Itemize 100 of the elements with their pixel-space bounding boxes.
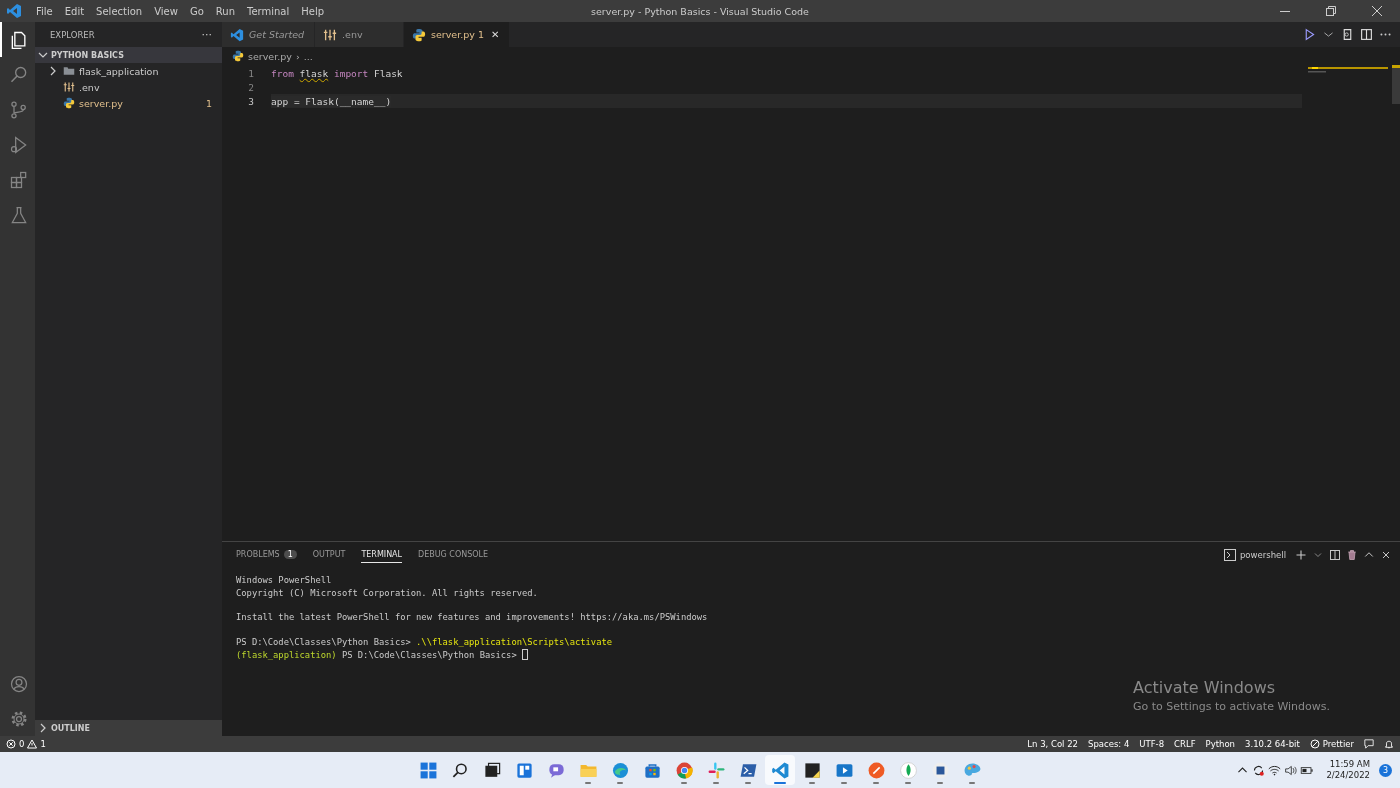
menu-item[interactable]: View — [148, 5, 184, 17]
panel-tab[interactable]: PROBLEMS 1 — [236, 547, 297, 563]
terminal-line: Windows PowerShell — [236, 575, 332, 586]
close-tab-button[interactable]: ✕ — [491, 29, 500, 40]
sidebar-title: EXPLORER — [50, 29, 95, 40]
running-indicator — [713, 782, 719, 784]
status-item[interactable]: Spaces: 4 — [1088, 739, 1130, 749]
status-item[interactable]: UTF-8 — [1139, 739, 1165, 749]
terminal-selector[interactable]: powershell — [1223, 549, 1286, 561]
activation-message: Go to Settings to activate Windows. — [1133, 700, 1331, 713]
browser-logo-icon — [674, 760, 694, 780]
windows-logo-icon — [418, 760, 438, 780]
split-editor-icon[interactable] — [1360, 28, 1373, 41]
task-view-icon — [482, 760, 502, 780]
running-indicator — [937, 782, 943, 784]
clock[interactable]: 11:59 AM 2/24/2022 — [1326, 758, 1370, 782]
status-item[interactable]: 3.10.2 64-bit — [1245, 739, 1300, 749]
minimize-icon — [1280, 10, 1290, 12]
terminal-cursor — [522, 649, 528, 661]
status-item[interactable]: CRLF — [1174, 739, 1196, 749]
wifi-icon[interactable] — [1268, 763, 1282, 777]
status-item[interactable]: Python — [1205, 739, 1235, 749]
notification-badge[interactable]: 3 — [1379, 763, 1392, 777]
extensions-icon — [8, 169, 29, 190]
plus-icon[interactable] — [1295, 549, 1307, 561]
terminal-icon — [1223, 549, 1236, 561]
run-debug-icon — [8, 134, 29, 155]
running-indicator — [873, 782, 879, 784]
sticky-note-icon — [802, 760, 822, 780]
running-indicator — [745, 782, 751, 784]
file-tree-item[interactable]: flask_application — [35, 63, 222, 79]
sliders-icon — [323, 27, 338, 42]
menu-item[interactable]: Edit — [58, 5, 91, 17]
trash-icon[interactable] — [1346, 549, 1358, 561]
terminal-line: (flask_application) PS D:\Code\Classes\Python Basics> — [236, 649, 518, 660]
menu-item[interactable]: File — [30, 5, 59, 17]
more-actions-button[interactable]: ··· — [201, 28, 212, 41]
file-tree-item[interactable]: server.py 1 — [35, 95, 222, 111]
line-number: 3 — [247, 95, 255, 107]
breadcrumb-item[interactable]: ... — [303, 50, 313, 62]
status-item[interactable]: Ln 3, Col 22 — [1027, 739, 1078, 749]
window-title: server.py - Python Basics - Visual Studio Code — [591, 5, 809, 17]
widgets-icon — [514, 760, 534, 780]
feedback-icon[interactable] — [1364, 739, 1374, 749]
breadcrumb-item[interactable]: server.py — [248, 50, 292, 62]
terminal-line: Install the latest PowerShell for new features and improvements! https://aka.ms/PSWindows — [236, 612, 708, 623]
sliders-icon — [63, 81, 75, 93]
run-icon[interactable] — [1303, 28, 1316, 41]
menu-item[interactable]: Terminal — [241, 5, 296, 17]
python-logo-icon — [412, 27, 427, 42]
python-logo-icon — [232, 50, 244, 62]
panel-tab[interactable]: TERMINAL — [361, 547, 403, 563]
problem-count: 1 — [283, 550, 297, 559]
restore-icon — [1323, 3, 1339, 19]
panel-tab[interactable]: DEBUG CONSOLE — [418, 547, 489, 563]
leaf-icon — [898, 760, 918, 780]
running-indicator — [809, 782, 815, 784]
globe-icon — [610, 760, 630, 780]
running-indicator — [681, 782, 687, 784]
sync-icon[interactable] — [1252, 763, 1266, 777]
terminal-line: PS D:\Code\Classes\Python Basics> .\\flask_application\Scripts\activate — [236, 637, 613, 648]
editor-tab[interactable]: Get Started — [222, 22, 316, 47]
breadcrumb-separator: › — [295, 50, 300, 62]
editor-tab[interactable]: .env — [315, 22, 405, 47]
running-indicator — [905, 782, 911, 784]
section-header[interactable]: OUTLINE — [35, 720, 222, 736]
bell-icon[interactable] — [1384, 739, 1394, 749]
running-indicator — [774, 782, 786, 784]
activation-title: Activate Windows — [1133, 678, 1277, 697]
pen-circle-icon — [866, 760, 886, 780]
menu-item[interactable]: Go — [183, 5, 210, 17]
menu-item[interactable]: Help — [295, 5, 331, 17]
code-line: from flask import Flask — [271, 67, 403, 79]
speaker-icon[interactable] — [1284, 763, 1298, 777]
search-icon — [8, 64, 29, 85]
status-item[interactable]: Prettier — [1309, 739, 1354, 749]
editor-tab[interactable]: server.py 1 ✕ — [404, 22, 511, 47]
scrollbar[interactable] — [1392, 65, 1400, 104]
account-icon — [8, 673, 29, 694]
problems-status[interactable]: 0 1 — [6, 739, 46, 749]
hash-logo-icon — [706, 760, 726, 780]
menu-item[interactable]: Selection — [90, 5, 149, 17]
vscode-logo-icon — [6, 3, 22, 19]
vscode-logo-icon — [230, 27, 244, 42]
line-number: 2 — [247, 81, 255, 93]
line-number: 1 — [247, 67, 255, 79]
python-logo-icon — [63, 97, 75, 109]
warning-icon — [27, 739, 38, 749]
folder-icon — [63, 65, 75, 77]
section-header[interactable]: PYTHON BASICS — [35, 47, 222, 63]
split-terminal-icon[interactable] — [1329, 549, 1341, 561]
close-icon[interactable] — [1380, 549, 1392, 561]
running-indicator — [585, 782, 591, 784]
open-changes-icon[interactable] — [1341, 28, 1354, 41]
file-tree-item[interactable]: .env — [35, 79, 222, 95]
problem-count: 1 — [205, 97, 212, 109]
panel-tab[interactable]: OUTPUT — [312, 547, 346, 563]
running-indicator — [617, 782, 623, 784]
menu-item[interactable]: Run — [209, 5, 241, 17]
vscode-logo-icon — [770, 760, 790, 780]
